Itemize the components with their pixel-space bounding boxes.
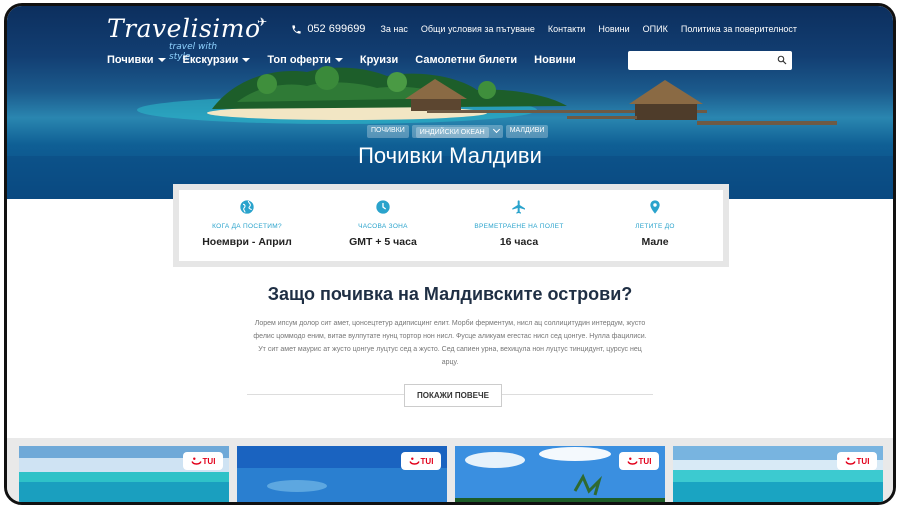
info-value: Мале (641, 236, 669, 248)
chevron-down-icon (492, 125, 500, 134)
offer-card[interactable]: TUI (455, 446, 665, 502)
logo-plane-icon: ✈ (257, 15, 268, 29)
top-links-bar: 052 699699 За нас Общи условия за пътува… (291, 23, 797, 35)
nav-item-holidays[interactable]: Почивки (107, 54, 166, 66)
intro-paragraph: Лорем ипсум долор сит амет, цонсецтетур … (253, 320, 647, 366)
show-more-button[interactable]: ПОКАЖИ ПОВЕЧЕ (404, 384, 502, 407)
breadcrumb-item-maldives[interactable]: МАЛДИВИ (505, 125, 549, 138)
info-flight-duration: ВРЕМЕТРАЕНЕ НА ПОЛЕТ 16 часа (451, 190, 587, 261)
info-destination-airport: ЛЕТИТЕ ДО Мале (587, 190, 723, 261)
nav-item-cruises[interactable]: Круизи (360, 54, 398, 66)
offer-cards-strip: TUI TUI TUI TUI (7, 438, 893, 502)
offer-card[interactable]: TUI (237, 446, 447, 502)
toplink-contacts[interactable]: Контакти (548, 24, 585, 34)
main-nav: Почивки Екскурзии Топ оферти Круизи Само… (107, 54, 576, 66)
badge-label: TUI (202, 456, 216, 466)
breadcrumb-item-indian-ocean[interactable]: ИНДИЙСКИ ОКЕАН (411, 125, 503, 138)
badge-label: TUI (638, 456, 652, 466)
info-label: ЛЕТИТЕ ДО (635, 223, 675, 230)
browser-frame: Travelisimo travel with style ✈ 052 6996… (4, 3, 896, 505)
badge-label: TUI (856, 456, 870, 466)
destination-info-panel: КОГА ДА ПОСЕТИМ? Ноември - Април ЧАСОВА … (173, 184, 729, 267)
toplink-terms[interactable]: Общи условия за пътуване (421, 24, 535, 34)
nav-label: Екскурзии (182, 54, 239, 66)
info-value: Ноември - Април (202, 236, 292, 248)
offer-card[interactable]: TUI (673, 446, 883, 502)
travelisimo-logo[interactable]: Travelisimo travel with style ✈ (107, 12, 267, 62)
toplink-news[interactable]: Новини (598, 24, 629, 34)
breadcrumb: ПОЧИВКИ ИНДИЙСКИ ОКЕАН МАЛДИВИ (367, 125, 549, 138)
tui-badge: TUI (183, 452, 223, 470)
info-value: 16 часа (499, 236, 539, 248)
toplink-opik[interactable]: ОПИК (643, 24, 668, 34)
tui-badge: TUI (401, 452, 441, 470)
toplink-privacy[interactable]: Политика за поверителност (681, 24, 797, 34)
toplink-about[interactable]: За нас (380, 24, 407, 34)
info-label: ВРЕМЕТРАЕНЕ НА ПОЛЕТ (474, 223, 564, 230)
search-icon[interactable] (777, 55, 787, 65)
tui-badge: TUI (619, 452, 659, 470)
clock-icon (376, 200, 390, 214)
nav-item-excursions[interactable]: Екскурзии (183, 54, 251, 66)
nav-item-top-offers[interactable]: Топ оферти (267, 54, 343, 66)
phone-link[interactable]: 052 699699 (291, 23, 365, 35)
info-label: ЧАСОВА ЗОНА (358, 223, 408, 230)
info-value: GMT + 5 часа (349, 236, 417, 248)
tui-smile-icon (844, 457, 856, 465)
phone-icon (292, 24, 301, 34)
caret-down-icon (242, 58, 251, 63)
nav-item-news[interactable]: Новини (534, 54, 576, 66)
offer-card[interactable]: TUI (19, 446, 229, 502)
nav-label: Почивки (107, 54, 154, 66)
breadcrumb-label: ИНДИЙСКИ ОКЕАН (415, 127, 489, 138)
caret-down-icon (157, 58, 166, 63)
badge-label: TUI (420, 456, 434, 466)
phone-number: 052 699699 (307, 23, 366, 35)
hero-banner: Travelisimo travel with style ✈ 052 6996… (7, 6, 893, 199)
tui-smile-icon (626, 457, 638, 465)
caret-down-icon (334, 58, 343, 63)
globe-icon (240, 200, 254, 214)
page-title: Почивки Малдиви (358, 143, 542, 168)
breadcrumb-item-holidays[interactable]: ПОЧИВКИ (367, 125, 409, 138)
tui-smile-icon (408, 457, 420, 465)
tui-badge: TUI (837, 452, 877, 470)
nav-label: Топ оферти (267, 54, 331, 66)
info-box: КОГА ДА ПОСЕТИМ? Ноември - Април ЧАСОВА … (179, 190, 723, 261)
location-pin-icon (650, 200, 660, 214)
section-heading: Защо почивка на Малдивските острови? (267, 284, 633, 304)
plane-icon (512, 200, 525, 214)
info-time-zone: ЧАСОВА ЗОНА GMT + 5 часа (315, 190, 451, 261)
search-input[interactable] (628, 51, 792, 70)
tui-smile-icon (190, 457, 202, 465)
logo-wordmark: Travelisimo (107, 14, 261, 43)
nav-item-flights[interactable]: Самолетни билети (415, 54, 517, 66)
info-label: КОГА ДА ПОСЕТИМ? (212, 223, 282, 230)
info-when-to-visit: КОГА ДА ПОСЕТИМ? Ноември - Април (179, 190, 315, 261)
